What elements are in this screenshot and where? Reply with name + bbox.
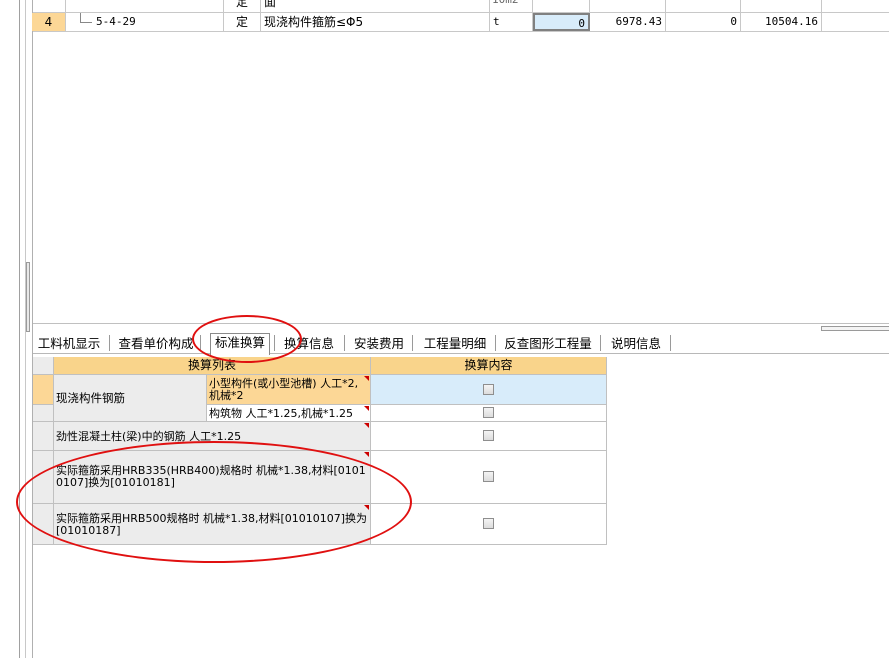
row-index-cell: [33, 0, 66, 12]
price-cell: 6978.43: [590, 13, 666, 31]
tab-unit-price[interactable]: 查看单价构成: [118, 334, 194, 353]
conversion-item-text: 构筑物 人工*1.25,机械*1.25: [209, 407, 353, 420]
comment-marker-icon: [364, 423, 369, 428]
tab-standard-conversion[interactable]: 标准换算: [210, 333, 270, 355]
conversion-checkbox[interactable]: [483, 518, 494, 529]
row-index-cell: 4: [32, 13, 66, 31]
tab-conversion-info[interactable]: 换算信息: [282, 334, 336, 353]
group-label: 现浇构件钢筋: [56, 391, 125, 405]
conversion-checkbox[interactable]: [483, 471, 494, 482]
comment-marker-icon: [364, 452, 369, 457]
conversion-item[interactable]: 小型构件(或小型池槽) 人工*2,机械*2: [207, 375, 371, 405]
checkbox-cell[interactable]: [371, 405, 607, 422]
row-indicator-selected[interactable]: [33, 375, 54, 405]
conversion-checkbox[interactable]: [483, 430, 494, 441]
total2-cell: 0: [822, 13, 889, 31]
comment-marker-icon: [364, 406, 369, 411]
checkbox-cell[interactable]: [371, 451, 607, 504]
price2-cell: [741, 0, 822, 12]
code-text: 5-4-29: [96, 15, 136, 28]
tree-line: [80, 13, 81, 22]
code-cell: [66, 0, 224, 12]
grid-bottom-border: [33, 323, 889, 324]
tab-separator: [109, 335, 110, 351]
name-cell: 面: [261, 0, 490, 12]
grid-left-border: [32, 0, 33, 658]
tab-quantity-detail[interactable]: 工程量明细: [422, 334, 488, 353]
total-cell: [666, 0, 741, 12]
tab-separator: [412, 335, 413, 351]
price-cell: [590, 0, 666, 12]
splitter-handle[interactable]: [26, 262, 30, 332]
quantity-cell: [533, 0, 590, 12]
quantity-input[interactable]: 0: [533, 13, 590, 31]
row-indicator[interactable]: [33, 451, 54, 504]
tab-description[interactable]: 说明信息: [609, 334, 663, 353]
table-row-selected[interactable]: 4 5-4-29 定 现浇构件箍筋≤Φ5 t 0 6978.43 0 10504…: [32, 12, 889, 32]
price2-cell: 10504.16: [741, 13, 822, 31]
header-conversion-list: 换算列表: [54, 357, 371, 375]
conversion-item-text: 小型构件(或小型池槽) 人工*2,机械*2: [209, 377, 359, 402]
unit-cell: 10m2: [490, 0, 533, 12]
tab-separator: [600, 335, 601, 351]
conversion-item[interactable]: 实际箍筋采用HRB500规格时 机械*1.38,材料[01010107]换为[0…: [54, 504, 371, 545]
conversion-item-text: 实际箍筋采用HRB500规格时 机械*1.38,材料[01010107]换为[0…: [56, 512, 368, 537]
conversion-item-text: 实际箍筋采用HRB335(HRB400)规格时 机械*1.38,材料[01010…: [56, 464, 366, 489]
checkbox-cell[interactable]: [371, 504, 607, 545]
total2-cell: [822, 0, 889, 12]
name-cell: 现浇构件箍筋≤Φ5: [261, 13, 490, 31]
tab-separator: [344, 335, 345, 351]
tab-material-display[interactable]: 工料机显示: [36, 334, 102, 353]
unit-cell: t: [490, 13, 533, 31]
horizontal-scrollbar[interactable]: [821, 326, 889, 331]
tab-reverse-lookup[interactable]: 反查图形工程量: [503, 334, 593, 353]
left-frame-line: [19, 0, 20, 658]
row-indicator[interactable]: [33, 422, 54, 451]
header-corner: [33, 357, 54, 375]
conversion-item[interactable]: 实际箍筋采用HRB335(HRB400)规格时 机械*1.38,材料[01010…: [54, 451, 371, 504]
conversion-item-text: 劲性混凝土柱(梁)中的钢筋 人工*1.25: [56, 430, 242, 443]
tab-bar: 工料机显示 查看单价构成 标准换算 换算信息 安装费用 工程量明细 反查图形工程…: [33, 332, 889, 355]
tab-install-fee[interactable]: 安装费用: [352, 334, 406, 353]
conversion-checkbox[interactable]: [483, 384, 494, 395]
checkbox-cell[interactable]: [371, 375, 607, 405]
tab-separator: [670, 335, 671, 351]
tab-separator: [200, 335, 201, 351]
type-cell: 定: [224, 13, 261, 31]
comment-marker-icon: [364, 505, 369, 510]
tree-line: [80, 22, 92, 23]
conversion-item[interactable]: 构筑物 人工*1.25,机械*1.25: [207, 405, 371, 422]
header-conversion-content: 换算内容: [371, 357, 607, 375]
total-cell: 0: [666, 13, 741, 31]
type-cell: 定: [224, 0, 261, 12]
tab-separator: [274, 335, 275, 351]
code-cell: 5-4-29: [66, 13, 224, 31]
conversion-item[interactable]: 劲性混凝土柱(梁)中的钢筋 人工*1.25: [54, 422, 371, 451]
checkbox-cell[interactable]: [371, 422, 607, 451]
tab-separator: [495, 335, 496, 351]
row-indicator[interactable]: [33, 504, 54, 545]
conversion-checkbox[interactable]: [483, 407, 494, 418]
row-indicator[interactable]: [33, 405, 54, 422]
group-label-cell: 现浇构件钢筋: [54, 375, 207, 422]
